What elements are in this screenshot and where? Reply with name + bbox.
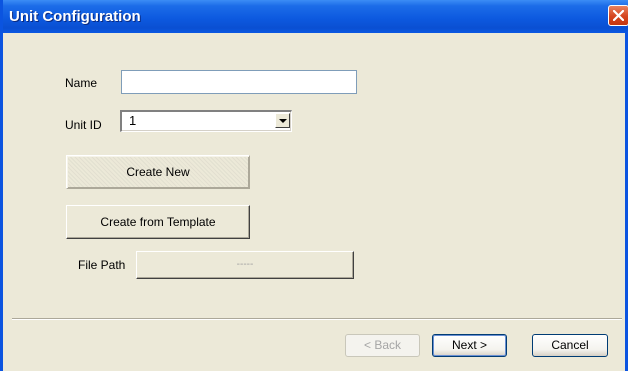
unit-id-value: 1 [129, 113, 137, 128]
cancel-button[interactable]: Cancel [532, 334, 608, 357]
name-label: Name [65, 76, 98, 90]
file-path-value: ----- [236, 259, 254, 270]
chevron-down-icon [279, 119, 287, 123]
footer-separator [12, 318, 622, 320]
next-label: Next > [451, 338, 487, 352]
unit-id-dropdown-button[interactable] [275, 113, 290, 128]
unit-id-select[interactable]: 1 [120, 110, 292, 132]
close-icon [613, 10, 624, 21]
window-title: Unit Configuration [9, 8, 141, 25]
back-button[interactable]: < Back [345, 334, 420, 357]
unit-id-label: Unit ID [65, 118, 102, 132]
create-new-button[interactable]: Create New [66, 155, 250, 189]
name-input[interactable] [121, 70, 357, 94]
file-path-button[interactable]: ----- [136, 251, 354, 279]
cancel-label: Cancel [551, 338, 589, 352]
create-from-template-button[interactable]: Create from Template [66, 205, 250, 239]
create-new-label: Create New [126, 165, 190, 179]
create-from-template-label: Create from Template [100, 215, 216, 229]
close-button[interactable] [608, 5, 628, 26]
next-button[interactable]: Next > [432, 334, 507, 357]
title-bar[interactable]: Unit Configuration [3, 0, 628, 33]
dialog-window: Unit Configuration Name Unit ID 1 Create… [0, 0, 628, 371]
back-label: < Back [363, 338, 402, 352]
file-path-label: File Path [78, 258, 126, 272]
